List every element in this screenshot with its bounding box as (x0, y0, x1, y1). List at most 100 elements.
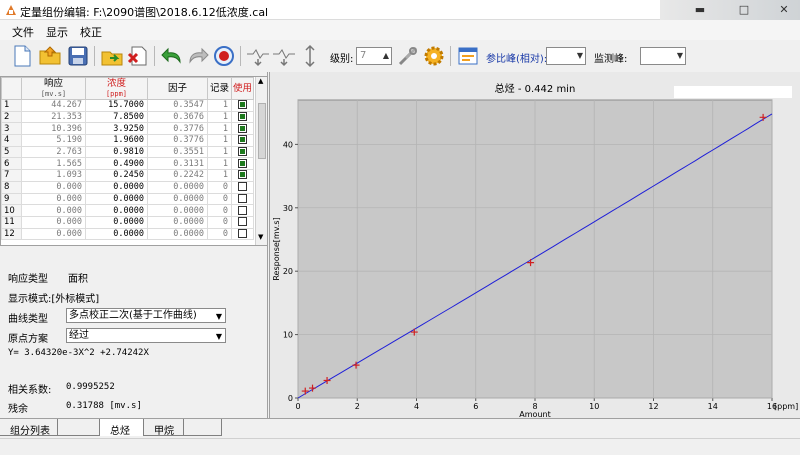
record-cell[interactable]: 1 (207, 99, 232, 112)
response-cell[interactable]: 0.000 (21, 192, 86, 206)
factor-cell[interactable]: 0.3547 (147, 99, 208, 112)
peak-down-alt-icon[interactable] (272, 44, 296, 68)
row-number[interactable]: 4 (1, 134, 22, 147)
new-file-icon[interactable] (10, 44, 34, 68)
scrollbar-thumb[interactable] (258, 103, 266, 159)
response-cell[interactable]: 0.000 (21, 227, 86, 241)
response-cell[interactable]: 10.396 (21, 122, 86, 136)
record-cell[interactable]: 0 (207, 227, 232, 241)
table-row[interactable]: 11 0.000 0.0000 0.0000 0 (1, 215, 254, 229)
row-number[interactable]: 8 (1, 180, 22, 194)
record-cell[interactable]: 1 (207, 122, 232, 136)
response-cell[interactable]: 0.000 (21, 204, 86, 217)
row-number[interactable]: 3 (1, 122, 22, 136)
record-cell[interactable]: 0 (207, 204, 232, 217)
response-cell[interactable]: 5.190 (21, 134, 86, 147)
concentration-cell[interactable]: 0.4900 (85, 157, 148, 171)
menu-calibrate[interactable]: 校正 (80, 24, 102, 40)
concentration-cell[interactable]: 15.7000 (85, 99, 148, 112)
peak-updown-icon[interactable] (298, 44, 322, 68)
concentration-cell[interactable]: 0.0000 (85, 204, 148, 217)
maximize-icon[interactable]: □ (736, 3, 752, 17)
tab-blank-2[interactable] (184, 419, 222, 436)
use-checkbox[interactable] (238, 158, 247, 168)
settings-gear-icon[interactable] (422, 44, 446, 68)
table-row[interactable]: 1 44.267 15.7000 0.3547 1 (1, 99, 254, 112)
save-icon[interactable] (66, 44, 90, 68)
response-cell[interactable]: 21.353 (21, 110, 86, 124)
open-arrow-icon[interactable] (100, 44, 124, 68)
use-checkbox[interactable] (238, 217, 247, 227)
concentration-cell[interactable]: 0.2450 (85, 169, 148, 182)
factor-cell[interactable]: 0.3551 (147, 145, 208, 159)
tab-blank-1[interactable] (58, 419, 100, 436)
header-concentration[interactable]: 浓度 [ppm] (85, 77, 148, 100)
row-number[interactable]: 1 (1, 99, 22, 112)
record-cell[interactable]: 0 (207, 180, 232, 194)
table-row[interactable]: 5 2.763 0.9810 0.3551 1 (1, 145, 254, 159)
undo-icon[interactable] (160, 44, 184, 68)
record-cell[interactable]: 1 (207, 145, 232, 159)
header-response[interactable]: 响应 [mv.s] (21, 77, 86, 100)
row-number[interactable]: 2 (1, 110, 22, 124)
level-spinner[interactable]: 7 ▲ (356, 47, 392, 65)
menu-view[interactable]: 显示 (46, 24, 68, 40)
concentration-cell[interactable]: 7.8500 (85, 110, 148, 124)
record-cell[interactable]: 1 (207, 134, 232, 147)
response-cell[interactable]: 44.267 (21, 99, 86, 112)
tools-icon[interactable] (396, 44, 420, 68)
factor-cell[interactable]: 0.3776 (147, 134, 208, 147)
header-use[interactable]: 使用 (231, 77, 254, 100)
concentration-cell[interactable]: 0.0000 (85, 227, 148, 241)
tab-methane[interactable]: 甲烷 (144, 419, 184, 437)
tab-total-hydrocarbon[interactable]: 总烃 (100, 419, 144, 437)
monitor-peak-select[interactable]: ▼ (640, 47, 686, 65)
table-row[interactable]: 7 1.093 0.2450 0.2242 1 (1, 169, 254, 182)
record-icon[interactable] (212, 44, 236, 68)
ref-peak-select[interactable]: ▼ (546, 47, 586, 65)
concentration-cell[interactable]: 0.0000 (85, 215, 148, 229)
table-scrollbar[interactable]: ▲ ▼ (255, 77, 267, 245)
table-row[interactable]: 10 0.000 0.0000 0.0000 0 (1, 204, 254, 217)
minimize-icon[interactable]: ▬ (692, 3, 708, 17)
factor-cell[interactable]: 0.3131 (147, 157, 208, 171)
table-row[interactable]: 8 0.000 0.0000 0.0000 0 (1, 180, 254, 194)
factor-cell[interactable]: 0.0000 (147, 227, 208, 241)
concentration-cell[interactable]: 3.9250 (85, 122, 148, 136)
factor-cell[interactable]: 0.0000 (147, 215, 208, 229)
factor-cell[interactable]: 0.3776 (147, 122, 208, 136)
concentration-cell[interactable]: 0.0000 (85, 192, 148, 206)
table-row[interactable]: 3 10.396 3.9250 0.3776 1 (1, 122, 254, 136)
row-number[interactable]: 6 (1, 157, 22, 171)
row-number[interactable]: 11 (1, 215, 22, 229)
use-checkbox[interactable] (238, 123, 247, 133)
header-factor[interactable]: 因子 (147, 77, 208, 100)
table-row[interactable]: 2 21.353 7.8500 0.3676 1 (1, 110, 254, 124)
scroll-down-icon[interactable]: ▼ (258, 233, 263, 241)
record-cell[interactable]: 1 (207, 157, 232, 171)
use-checkbox[interactable] (238, 182, 247, 192)
origin-select[interactable]: 经过 ▼ (66, 328, 226, 343)
use-checkbox[interactable] (238, 112, 247, 122)
record-cell[interactable]: 1 (207, 110, 232, 124)
record-cell[interactable]: 0 (207, 215, 232, 229)
row-number[interactable]: 7 (1, 169, 22, 182)
concentration-cell[interactable]: 0.0000 (85, 180, 148, 194)
row-number[interactable]: 12 (1, 227, 22, 241)
record-cell[interactable]: 1 (207, 169, 232, 182)
factor-cell[interactable]: 0.0000 (147, 180, 208, 194)
row-number[interactable]: 10 (1, 204, 22, 217)
factor-cell[interactable]: 0.2242 (147, 169, 208, 182)
use-checkbox[interactable] (238, 135, 247, 145)
factor-cell[interactable]: 0.0000 (147, 204, 208, 217)
concentration-cell[interactable]: 1.9600 (85, 134, 148, 147)
use-checkbox[interactable] (238, 205, 247, 215)
response-cell[interactable]: 1.565 (21, 157, 86, 171)
row-number[interactable]: 5 (1, 145, 22, 159)
table-row[interactable]: 6 1.565 0.4900 0.3131 1 (1, 157, 254, 171)
table-row[interactable]: 4 5.190 1.9600 0.3776 1 (1, 134, 254, 147)
response-cell[interactable]: 1.093 (21, 169, 86, 182)
redo-icon[interactable] (186, 44, 210, 68)
tab-component-list[interactable]: 组分列表 (0, 419, 58, 437)
header-record[interactable]: 记录 (207, 77, 232, 100)
